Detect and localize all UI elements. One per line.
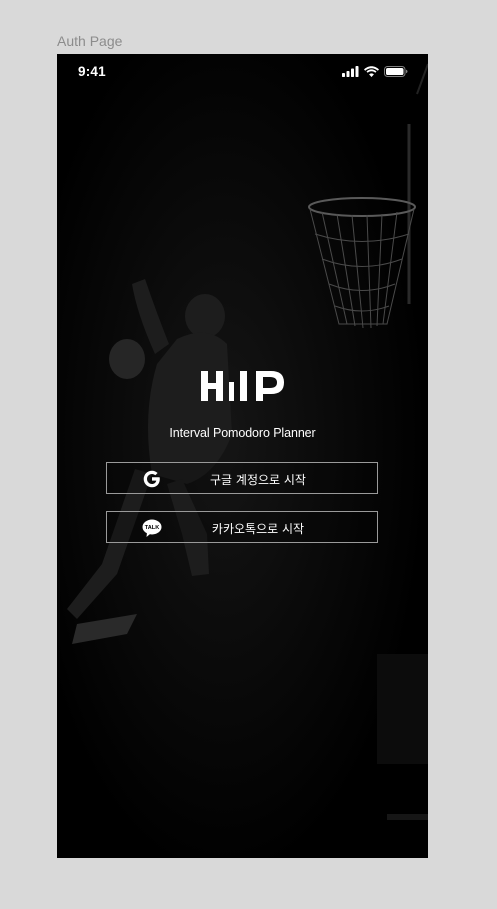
app-logo	[201, 371, 284, 401]
wifi-icon	[364, 66, 379, 77]
cellular-signal-icon	[342, 66, 359, 77]
google-login-label: 구글 계정으로 시작	[210, 473, 306, 487]
status-icons	[342, 66, 408, 77]
auth-screen: 9:41 Interval Pomodoro Planner 구글 계정으로 시…	[57, 54, 428, 858]
kakao-login-label: 카카오톡으로 시작	[211, 522, 305, 536]
status-time: 9:41	[78, 64, 106, 79]
battery-icon	[384, 66, 408, 77]
frame-label: Auth Page	[57, 33, 123, 49]
google-login-button[interactable]: 구글 계정으로 시작	[106, 462, 378, 494]
background-photo	[57, 54, 428, 858]
kakao-login-button[interactable]: TALK 카카오톡으로 시작	[106, 511, 378, 543]
app-subtitle: Interval Pomodoro Planner	[169, 426, 316, 440]
status-bar: 9:41	[57, 54, 428, 90]
